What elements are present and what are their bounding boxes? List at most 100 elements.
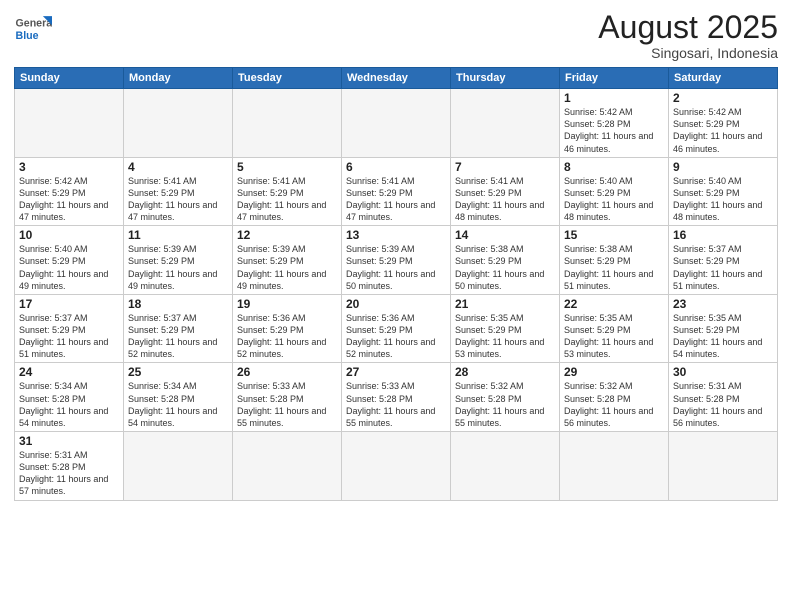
day-info: Sunrise: 5:37 AM Sunset: 5:29 PM Dayligh… — [19, 312, 119, 361]
day-number: 13 — [346, 228, 446, 242]
day-number: 7 — [455, 160, 555, 174]
day-number: 3 — [19, 160, 119, 174]
day-info: Sunrise: 5:39 AM Sunset: 5:29 PM Dayligh… — [237, 243, 337, 292]
day-info: Sunrise: 5:41 AM Sunset: 5:29 PM Dayligh… — [346, 175, 446, 224]
calendar-cell: 25Sunrise: 5:34 AM Sunset: 5:28 PM Dayli… — [124, 363, 233, 432]
day-info: Sunrise: 5:32 AM Sunset: 5:28 PM Dayligh… — [455, 380, 555, 429]
day-info: Sunrise: 5:39 AM Sunset: 5:29 PM Dayligh… — [346, 243, 446, 292]
calendar-week-row: 3Sunrise: 5:42 AM Sunset: 5:29 PM Daylig… — [15, 157, 778, 226]
day-number: 30 — [673, 365, 773, 379]
calendar-cell: 23Sunrise: 5:35 AM Sunset: 5:29 PM Dayli… — [669, 294, 778, 363]
day-info: Sunrise: 5:31 AM Sunset: 5:28 PM Dayligh… — [673, 380, 773, 429]
calendar-week-row: 10Sunrise: 5:40 AM Sunset: 5:29 PM Dayli… — [15, 226, 778, 295]
calendar-cell: 4Sunrise: 5:41 AM Sunset: 5:29 PM Daylig… — [124, 157, 233, 226]
day-number: 26 — [237, 365, 337, 379]
day-info: Sunrise: 5:31 AM Sunset: 5:28 PM Dayligh… — [19, 449, 119, 498]
calendar-cell: 27Sunrise: 5:33 AM Sunset: 5:28 PM Dayli… — [342, 363, 451, 432]
day-number: 4 — [128, 160, 228, 174]
weekday-header-sunday: Sunday — [15, 68, 124, 89]
calendar-cell: 29Sunrise: 5:32 AM Sunset: 5:28 PM Dayli… — [560, 363, 669, 432]
day-info: Sunrise: 5:35 AM Sunset: 5:29 PM Dayligh… — [455, 312, 555, 361]
day-info: Sunrise: 5:41 AM Sunset: 5:29 PM Dayligh… — [237, 175, 337, 224]
day-number: 24 — [19, 365, 119, 379]
day-number: 10 — [19, 228, 119, 242]
day-info: Sunrise: 5:33 AM Sunset: 5:28 PM Dayligh… — [346, 380, 446, 429]
day-number: 20 — [346, 297, 446, 311]
day-number: 1 — [564, 91, 664, 105]
calendar-cell: 24Sunrise: 5:34 AM Sunset: 5:28 PM Dayli… — [15, 363, 124, 432]
day-number: 2 — [673, 91, 773, 105]
calendar-cell: 31Sunrise: 5:31 AM Sunset: 5:28 PM Dayli… — [15, 432, 124, 501]
day-info: Sunrise: 5:42 AM Sunset: 5:29 PM Dayligh… — [19, 175, 119, 224]
day-number: 27 — [346, 365, 446, 379]
day-info: Sunrise: 5:40 AM Sunset: 5:29 PM Dayligh… — [564, 175, 664, 224]
calendar-cell: 6Sunrise: 5:41 AM Sunset: 5:29 PM Daylig… — [342, 157, 451, 226]
calendar-cell: 19Sunrise: 5:36 AM Sunset: 5:29 PM Dayli… — [233, 294, 342, 363]
location-subtitle: Singosari, Indonesia — [598, 45, 778, 61]
day-info: Sunrise: 5:34 AM Sunset: 5:28 PM Dayligh… — [19, 380, 119, 429]
day-number: 19 — [237, 297, 337, 311]
calendar-cell: 28Sunrise: 5:32 AM Sunset: 5:28 PM Dayli… — [451, 363, 560, 432]
day-number: 12 — [237, 228, 337, 242]
day-info: Sunrise: 5:41 AM Sunset: 5:29 PM Dayligh… — [128, 175, 228, 224]
calendar-cell: 7Sunrise: 5:41 AM Sunset: 5:29 PM Daylig… — [451, 157, 560, 226]
calendar-cell — [233, 89, 342, 158]
day-info: Sunrise: 5:38 AM Sunset: 5:29 PM Dayligh… — [455, 243, 555, 292]
calendar-cell — [342, 432, 451, 501]
calendar-cell — [451, 432, 560, 501]
day-info: Sunrise: 5:34 AM Sunset: 5:28 PM Dayligh… — [128, 380, 228, 429]
calendar-cell: 21Sunrise: 5:35 AM Sunset: 5:29 PM Dayli… — [451, 294, 560, 363]
calendar-cell: 17Sunrise: 5:37 AM Sunset: 5:29 PM Dayli… — [15, 294, 124, 363]
day-info: Sunrise: 5:37 AM Sunset: 5:29 PM Dayligh… — [673, 243, 773, 292]
calendar-cell: 11Sunrise: 5:39 AM Sunset: 5:29 PM Dayli… — [124, 226, 233, 295]
day-number: 28 — [455, 365, 555, 379]
calendar-cell: 18Sunrise: 5:37 AM Sunset: 5:29 PM Dayli… — [124, 294, 233, 363]
day-info: Sunrise: 5:41 AM Sunset: 5:29 PM Dayligh… — [455, 175, 555, 224]
calendar-week-row: 17Sunrise: 5:37 AM Sunset: 5:29 PM Dayli… — [15, 294, 778, 363]
day-number: 23 — [673, 297, 773, 311]
calendar-cell — [560, 432, 669, 501]
weekday-header-wednesday: Wednesday — [342, 68, 451, 89]
header: General Blue August 2025 Singosari, Indo… — [14, 10, 778, 61]
day-number: 25 — [128, 365, 228, 379]
day-number: 11 — [128, 228, 228, 242]
weekday-header-saturday: Saturday — [669, 68, 778, 89]
day-info: Sunrise: 5:33 AM Sunset: 5:28 PM Dayligh… — [237, 380, 337, 429]
weekday-header-tuesday: Tuesday — [233, 68, 342, 89]
calendar-cell: 5Sunrise: 5:41 AM Sunset: 5:29 PM Daylig… — [233, 157, 342, 226]
day-number: 5 — [237, 160, 337, 174]
day-number: 15 — [564, 228, 664, 242]
calendar-cell — [451, 89, 560, 158]
logo-area: General Blue — [14, 10, 56, 48]
calendar-cell: 14Sunrise: 5:38 AM Sunset: 5:29 PM Dayli… — [451, 226, 560, 295]
day-number: 21 — [455, 297, 555, 311]
day-number: 17 — [19, 297, 119, 311]
calendar-week-row: 1Sunrise: 5:42 AM Sunset: 5:28 PM Daylig… — [15, 89, 778, 158]
calendar-cell — [669, 432, 778, 501]
calendar-table: SundayMondayTuesdayWednesdayThursdayFrid… — [14, 67, 778, 500]
day-info: Sunrise: 5:42 AM Sunset: 5:28 PM Dayligh… — [564, 106, 664, 155]
svg-text:Blue: Blue — [16, 30, 39, 42]
calendar-week-row: 24Sunrise: 5:34 AM Sunset: 5:28 PM Dayli… — [15, 363, 778, 432]
day-info: Sunrise: 5:36 AM Sunset: 5:29 PM Dayligh… — [237, 312, 337, 361]
calendar-cell: 30Sunrise: 5:31 AM Sunset: 5:28 PM Dayli… — [669, 363, 778, 432]
calendar-cell — [342, 89, 451, 158]
calendar-cell — [15, 89, 124, 158]
calendar-week-row: 31Sunrise: 5:31 AM Sunset: 5:28 PM Dayli… — [15, 432, 778, 501]
calendar-cell: 20Sunrise: 5:36 AM Sunset: 5:29 PM Dayli… — [342, 294, 451, 363]
generalblue-logo-icon: General Blue — [14, 10, 52, 48]
day-info: Sunrise: 5:37 AM Sunset: 5:29 PM Dayligh… — [128, 312, 228, 361]
weekday-header-row: SundayMondayTuesdayWednesdayThursdayFrid… — [15, 68, 778, 89]
month-title: August 2025 — [598, 10, 778, 45]
calendar-cell: 10Sunrise: 5:40 AM Sunset: 5:29 PM Dayli… — [15, 226, 124, 295]
calendar-cell: 16Sunrise: 5:37 AM Sunset: 5:29 PM Dayli… — [669, 226, 778, 295]
day-info: Sunrise: 5:35 AM Sunset: 5:29 PM Dayligh… — [564, 312, 664, 361]
day-number: 6 — [346, 160, 446, 174]
page: General Blue August 2025 Singosari, Indo… — [0, 0, 792, 612]
calendar-cell: 13Sunrise: 5:39 AM Sunset: 5:29 PM Dayli… — [342, 226, 451, 295]
weekday-header-monday: Monday — [124, 68, 233, 89]
weekday-header-friday: Friday — [560, 68, 669, 89]
day-number: 8 — [564, 160, 664, 174]
day-info: Sunrise: 5:38 AM Sunset: 5:29 PM Dayligh… — [564, 243, 664, 292]
day-number: 22 — [564, 297, 664, 311]
